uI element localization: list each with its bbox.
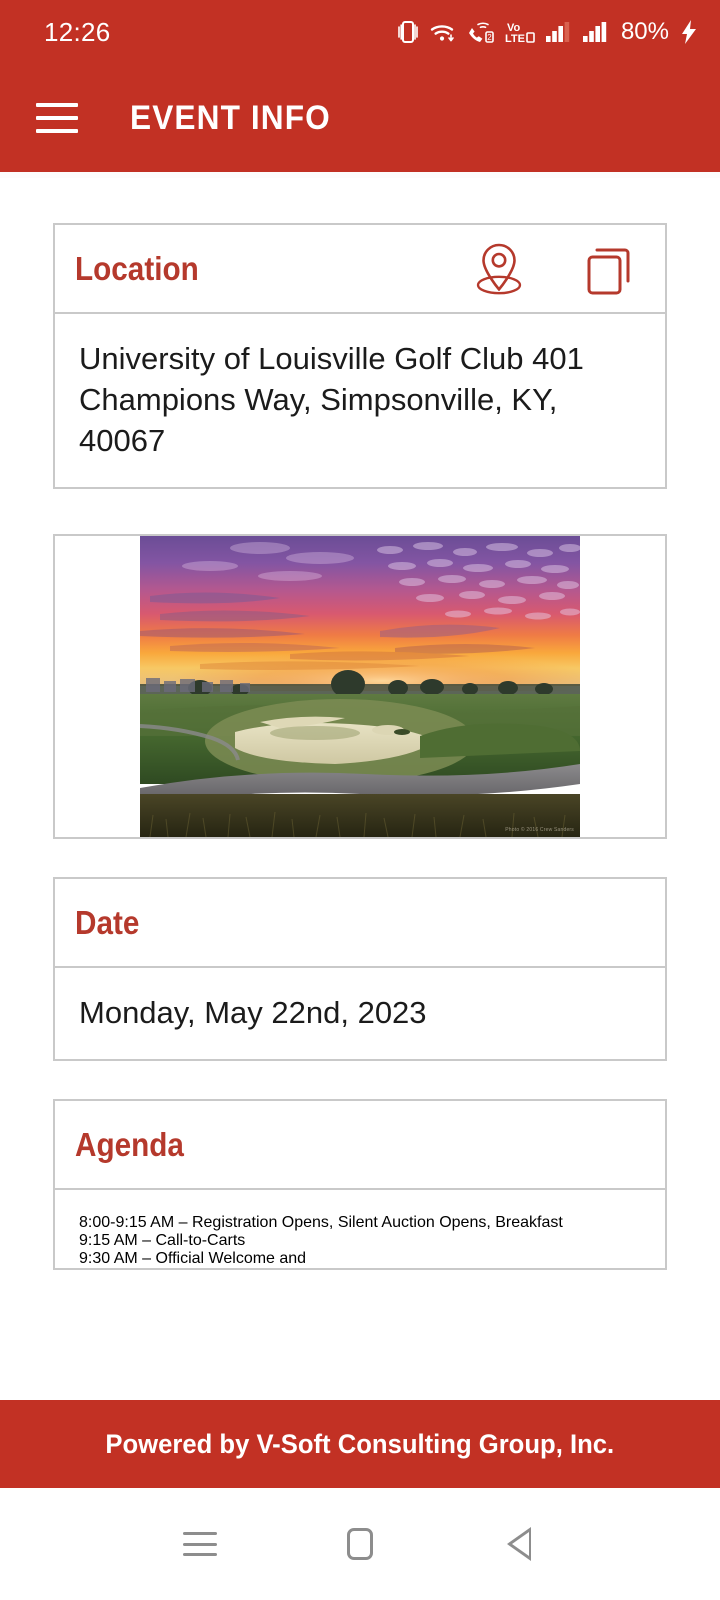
app-bar: EVENT INFO	[0, 64, 720, 172]
phone-screen: 12:26 2 Vo LTE 80% EVENT INFO Location U…	[0, 0, 720, 1600]
status-icon-group: 2 Vo LTE 80%	[398, 18, 698, 46]
vibrate-icon	[398, 21, 418, 43]
recents-icon[interactable]	[170, 1514, 230, 1574]
svg-text:LTE: LTE	[505, 33, 525, 45]
date-card-header: Date	[55, 879, 665, 968]
footer-bar: Powered by V-Soft Consulting Group, Inc.	[0, 1400, 720, 1488]
android-nav-bar	[0, 1488, 720, 1600]
call-forwarding-icon: 2	[468, 22, 494, 43]
home-icon[interactable]	[330, 1514, 390, 1574]
photo-watermark: Photo © 2016 Crew Sanders	[505, 827, 574, 833]
agenda-card-header: Agenda	[55, 1101, 665, 1190]
charging-bolt-icon	[682, 20, 696, 44]
location-card-title: Location	[75, 249, 199, 287]
location-address: University of Louisville Golf Club 401 C…	[79, 341, 584, 458]
status-clock: 12:26	[44, 16, 111, 47]
date-card: Date Monday, May 22nd, 2023	[53, 877, 667, 1061]
volte-icon: Vo LTE	[505, 22, 535, 45]
back-icon[interactable]	[490, 1514, 550, 1574]
date-card-body: Monday, May 22nd, 2023	[55, 968, 665, 1059]
battery-percent-label: 80%	[620, 18, 669, 45]
status-bar: 12:26 2 Vo LTE 80%	[0, 0, 720, 64]
agenda-card-body: 8:00-9:15 AM – Registration Opens, Silen…	[55, 1190, 665, 1268]
agenda-card: Agenda 8:00-9:15 AM – Registration Opens…	[53, 1099, 667, 1270]
footer-credit: Powered by V-Soft Consulting Group, Inc.	[105, 1428, 615, 1459]
location-card-actions	[469, 240, 637, 298]
signal-sim1-icon	[545, 22, 570, 42]
location-card-body: University of Louisville Golf Club 401 C…	[55, 314, 665, 487]
map-pin-icon[interactable]	[469, 240, 529, 298]
svg-text:2: 2	[487, 33, 492, 42]
signal-sim2-icon	[582, 22, 607, 42]
wifi-icon	[430, 25, 454, 42]
agenda-card-title: Agenda	[75, 1125, 184, 1163]
venue-photo-card: Photo © 2016 Crew Sanders	[53, 534, 667, 839]
date-card-title: Date	[75, 903, 140, 941]
copy-icon[interactable]	[581, 240, 637, 298]
hamburger-menu-icon[interactable]	[36, 103, 78, 133]
location-card: Location University of Louisville Golf C…	[53, 223, 667, 489]
scroll-content[interactable]: Location University of Louisville Golf C…	[0, 172, 720, 1400]
date-value: Monday, May 22nd, 2023	[79, 995, 427, 1030]
agenda-text: 8:00-9:15 AM – Registration Opens, Silen…	[79, 1214, 563, 1267]
venue-photo: Photo © 2016 Crew Sanders	[140, 536, 580, 837]
location-card-header: Location	[55, 225, 665, 314]
page-title: EVENT INFO	[130, 98, 331, 137]
